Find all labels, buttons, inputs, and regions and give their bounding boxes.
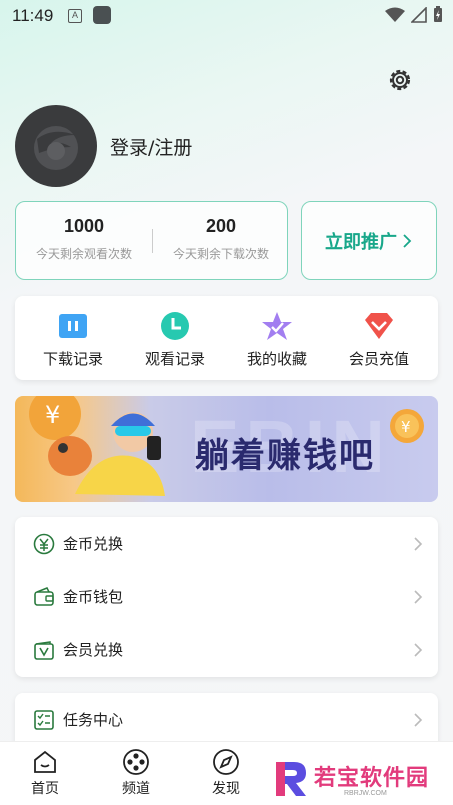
nav-label: 频道 <box>122 781 150 797</box>
chevron-right-icon <box>414 536 423 551</box>
promote-button[interactable]: 立即推广 <box>301 201 437 280</box>
nav-label: 发现 <box>212 781 240 797</box>
wifi-icon <box>385 7 405 22</box>
menu-item-label: 任务中心 <box>63 711 124 729</box>
banner-title: 躺着赚钱吧 <box>195 436 375 476</box>
menu-item-coin-exchange[interactable]: 金币兑换 <box>15 517 438 570</box>
status-time: 11:49 <box>12 6 54 25</box>
quick-action-label: 观看记录 <box>144 350 205 368</box>
status-app-icon <box>93 6 111 24</box>
task-list-icon <box>34 709 54 730</box>
watermark-logo-icon <box>276 762 306 796</box>
promote-label: 立即推广 <box>325 231 397 253</box>
quick-action-label: 会员充值 <box>348 350 409 368</box>
stat-download-remaining: 200 今天剩余下载次数 <box>153 216 289 262</box>
status-bar: 11:49 A <box>0 0 453 32</box>
quick-action-watch-record[interactable]: 观看记录 <box>125 310 225 369</box>
stat-value: 1000 <box>63 216 105 236</box>
nav-home[interactable]: 首页 <box>10 748 80 798</box>
film-reel-icon <box>123 749 149 775</box>
menu-item-vip-exchange[interactable]: 会员兑换 <box>15 623 438 676</box>
vip-exchange-icon <box>34 640 54 660</box>
nav-channel[interactable]: 频道 <box>101 748 171 798</box>
menu-item-label: 金币兑换 <box>63 535 124 553</box>
coin-icon: ¥ <box>390 409 424 443</box>
menu-item-task-center[interactable]: 任务中心 <box>15 693 438 746</box>
nav-discover[interactable]: 发现 <box>191 748 261 798</box>
stat-label: 今天剩余观看次数 <box>35 247 132 261</box>
watermark-text: 若宝软件园 <box>314 766 430 791</box>
chevron-right-icon <box>414 589 423 604</box>
status-indicator-icon: A <box>68 9 82 23</box>
avatar[interactable] <box>15 105 97 187</box>
clock-icon <box>161 312 189 340</box>
nav-label: 首页 <box>31 781 59 797</box>
compass-icon <box>213 749 239 775</box>
stat-label: 今天剩余下载次数 <box>172 247 269 261</box>
gear-icon[interactable] <box>386 66 414 94</box>
chevron-right-icon <box>403 233 412 248</box>
menu-item-coin-wallet[interactable]: 金币钱包 <box>15 570 438 623</box>
watermark-subtext: RBRJW.COM <box>344 790 387 797</box>
status-right-icons <box>385 6 443 23</box>
menu-item-label: 金币钱包 <box>63 588 124 606</box>
star-icon <box>262 312 292 340</box>
quick-action-download-record[interactable]: 下载记录 <box>23 310 123 369</box>
quick-action-favorites[interactable]: 我的收藏 <box>227 310 327 369</box>
vip-diamond-icon <box>365 313 393 339</box>
chevron-right-icon <box>414 642 423 657</box>
quick-actions-card: 下载记录 观看记录 我的收藏 会员充值 <box>15 296 438 380</box>
signal-icon <box>411 6 427 23</box>
download-record-icon <box>59 314 87 338</box>
coin-exchange-icon <box>33 533 55 554</box>
wallet-menu-card: 金币兑换 金币钱包 会员兑换 <box>15 517 438 677</box>
avatar-logo-icon <box>34 126 78 170</box>
quick-action-vip-recharge[interactable]: 会员充值 <box>329 310 429 369</box>
home-icon <box>34 750 56 773</box>
svg-text:¥: ¥ <box>45 401 60 429</box>
wallet-icon <box>34 586 54 606</box>
stats-card: 1000 今天剩余观看次数 200 今天剩余下载次数 <box>15 201 288 280</box>
stat-watch-remaining: 1000 今天剩余观看次数 <box>16 216 152 262</box>
promo-banner[interactable]: EBIN ¥ ¥ 躺着赚钱吧 <box>15 396 438 502</box>
stat-value: 200 <box>205 216 237 236</box>
banner-illustration-icon: ¥ <box>29 396 165 496</box>
login-register-link[interactable]: 登录/注册 <box>110 133 192 160</box>
menu-item-label: 会员兑换 <box>63 641 124 659</box>
quick-action-label: 我的收藏 <box>246 350 307 368</box>
watermark: 若宝软件园 RBRJW.COM <box>268 752 453 802</box>
quick-action-label: 下载记录 <box>42 350 103 368</box>
battery-icon <box>434 6 442 22</box>
svg-text:¥: ¥ <box>401 418 411 436</box>
chevron-right-icon <box>414 712 423 727</box>
